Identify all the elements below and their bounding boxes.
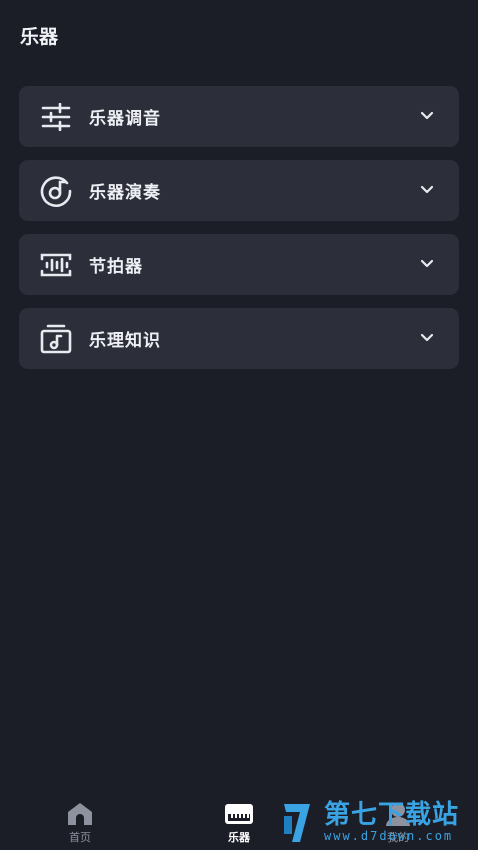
chevron-down-icon bbox=[420, 111, 434, 120]
tab-label: 乐器 bbox=[228, 831, 250, 844]
d7-logo-icon bbox=[284, 804, 310, 842]
music-disc-icon bbox=[39, 174, 73, 208]
menu-item-label: 乐器演奏 bbox=[89, 183, 161, 203]
menu-item-label: 节拍器 bbox=[89, 257, 143, 277]
chevron-down-icon bbox=[420, 185, 434, 194]
menu-item-label: 乐理知识 bbox=[89, 331, 161, 351]
page-title: 乐器 bbox=[20, 26, 59, 48]
menu-item-metronome[interactable]: 节拍器 bbox=[19, 234, 459, 295]
metronome-wave-icon bbox=[39, 248, 73, 282]
instrument-menu: 乐器调音 乐器演奏 节拍器 乐理知识 bbox=[19, 86, 459, 382]
menu-item-theory[interactable]: 乐理知识 bbox=[19, 308, 459, 369]
menu-item-playing[interactable]: 乐器演奏 bbox=[19, 160, 459, 221]
piano-keys-icon bbox=[225, 802, 253, 826]
tab-instruments[interactable]: 乐器 bbox=[194, 790, 284, 850]
chevron-down-icon bbox=[420, 333, 434, 342]
menu-item-tuning[interactable]: 乐器调音 bbox=[19, 86, 459, 147]
watermark-url: www.d7down.com bbox=[324, 829, 454, 843]
tab-label: 首页 bbox=[69, 831, 91, 844]
music-book-icon bbox=[39, 322, 73, 356]
watermark-title: 第七下载站 bbox=[324, 800, 460, 830]
sliders-icon bbox=[39, 100, 73, 134]
menu-item-label: 乐器调音 bbox=[89, 109, 161, 129]
tab-home[interactable]: 首页 bbox=[35, 790, 125, 850]
watermark: 第七下载站 www.d7down.com bbox=[280, 796, 472, 848]
home-icon bbox=[66, 802, 94, 826]
chevron-down-icon bbox=[420, 259, 434, 268]
